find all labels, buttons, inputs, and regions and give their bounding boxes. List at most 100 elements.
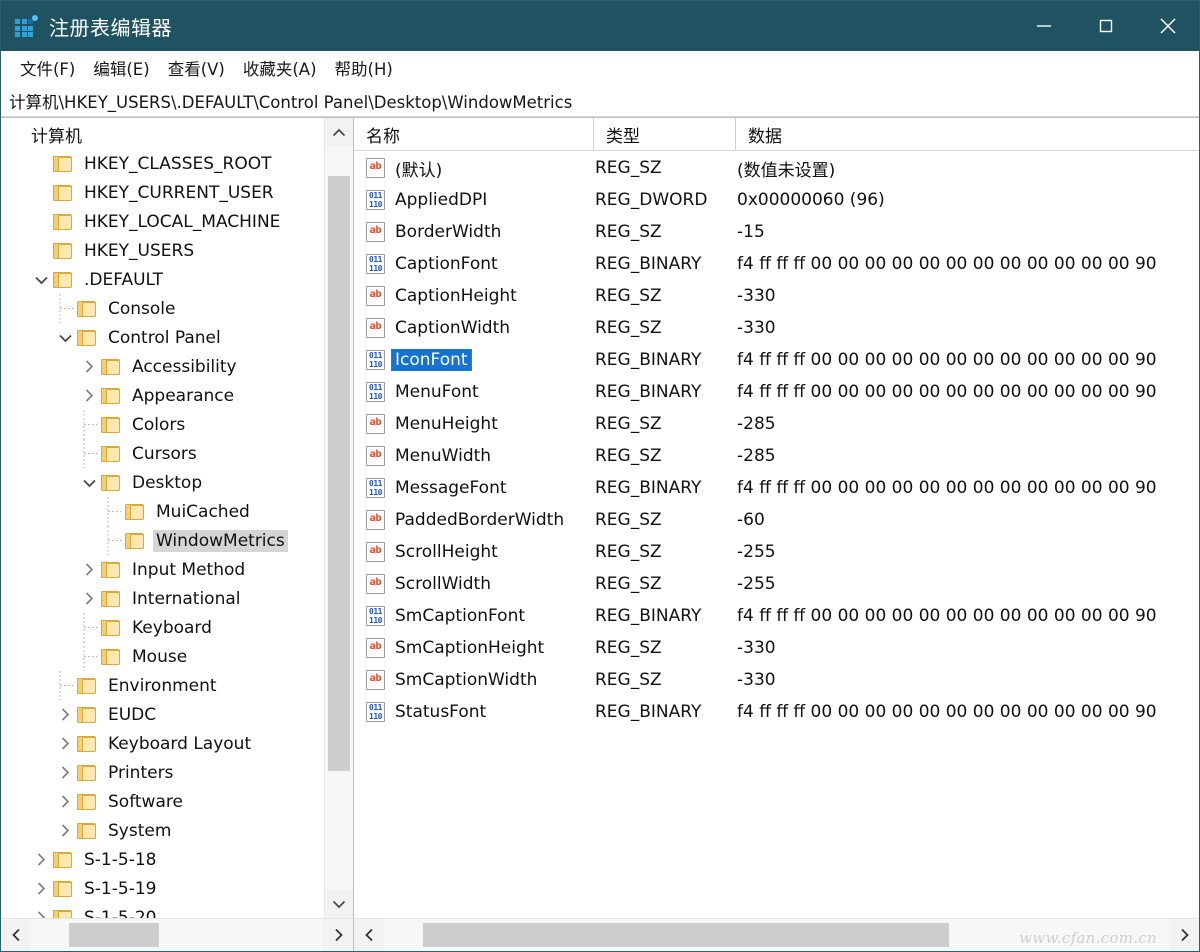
registry-editor-window: 注册表编辑器 文件(F) 编辑(E) 查看(V) — [0, 0, 1200, 952]
tree-item-software[interactable]: Software — [1, 787, 324, 816]
list-scroll-left-icon[interactable] — [354, 919, 384, 951]
value-row[interactable]: abBorderWidthREG_SZ-15 — [354, 216, 1199, 248]
value-row[interactable]: 011110AppliedDPIREG_DWORD0x00000060 (96) — [354, 184, 1199, 216]
tree-item-hkey_users[interactable]: HKEY_USERS — [1, 236, 324, 265]
tree-hscroll-track[interactable] — [31, 919, 323, 951]
menu-help[interactable]: 帮助(H) — [326, 54, 402, 82]
address-bar[interactable]: 计算机\HKEY_USERS\.DEFAULT\Control Panel\De… — [1, 86, 1199, 117]
value-row[interactable]: abSmCaptionHeightREG_SZ-330 — [354, 632, 1199, 664]
chevron-down-icon[interactable] — [77, 468, 101, 497]
tree-item--default[interactable]: .DEFAULT — [1, 265, 324, 294]
chevron-right-icon[interactable] — [53, 729, 77, 758]
tree-item-colors[interactable]: Colors — [1, 410, 324, 439]
value-row[interactable]: 011110MessageFontREG_BINARYf4 ff ff ff 0… — [354, 472, 1199, 504]
chevron-right-icon[interactable] — [29, 845, 53, 874]
tree-item-s-1-5-19[interactable]: S-1-5-19 — [1, 874, 324, 903]
window-title: 注册表编辑器 — [49, 12, 172, 41]
chevron-down-icon[interactable] — [29, 265, 53, 294]
folder-icon — [125, 504, 144, 520]
value-row[interactable]: abCaptionWidthREG_SZ-330 — [354, 312, 1199, 344]
chevron-right-icon[interactable] — [29, 874, 53, 903]
tree-item-muicached[interactable]: MuiCached — [1, 497, 324, 526]
value-list[interactable]: ab(默认)REG_SZ(数值未设置)011110AppliedDPIREG_D… — [354, 151, 1199, 918]
tree-vscroll-track[interactable] — [325, 146, 353, 890]
tree-item-desktop[interactable]: Desktop — [1, 468, 324, 497]
tree-horizontal-scrollbar[interactable] — [1, 918, 353, 951]
tree-item-hkey_local_machine[interactable]: HKEY_LOCAL_MACHINE — [1, 207, 324, 236]
tree-item-mouse[interactable]: Mouse — [1, 642, 324, 671]
value-data: f4 ff ff ff 00 00 00 00 00 00 00 00 00 0… — [736, 382, 1199, 402]
value-row[interactable]: 011110IconFontREG_BINARYf4 ff ff ff 00 0… — [354, 344, 1199, 376]
tree-item-console[interactable]: Console — [1, 294, 324, 323]
menu-edit[interactable]: 编辑(E) — [84, 54, 158, 82]
chevron-right-icon[interactable] — [53, 787, 77, 816]
tree-item-cursors[interactable]: Cursors — [1, 439, 324, 468]
tree-item-appearance[interactable]: Appearance — [1, 381, 324, 410]
list-hscroll-thumb[interactable] — [423, 923, 949, 947]
value-data: -255 — [736, 542, 1199, 562]
list-scroll-right-icon[interactable] — [1169, 919, 1199, 951]
chevron-right-icon[interactable] — [53, 700, 77, 729]
tree-item-hkey_classes_root[interactable]: HKEY_CLASSES_ROOT — [1, 149, 324, 178]
value-row[interactable]: abScrollHeightREG_SZ-255 — [354, 536, 1199, 568]
value-row[interactable]: 011110StatusFontREG_BINARYf4 ff ff ff 00… — [354, 696, 1199, 728]
registry-tree[interactable]: 计算机HKEY_CLASSES_ROOTHKEY_CURRENT_USERHKE… — [1, 118, 324, 918]
column-header-data[interactable]: 数据 — [736, 118, 1199, 150]
tree-item-accessibility[interactable]: Accessibility — [1, 352, 324, 381]
tree-item-keyboard-layout[interactable]: Keyboard Layout — [1, 729, 324, 758]
minimize-button[interactable] — [1013, 1, 1075, 51]
list-hscroll-track[interactable]: www.cfan.com.cn — [384, 919, 1169, 951]
column-header-name[interactable]: 名称 — [354, 118, 594, 150]
chevron-right-icon[interactable] — [53, 758, 77, 787]
value-type: REG_DWORD — [594, 190, 736, 210]
value-row[interactable]: abScrollWidthREG_SZ-255 — [354, 568, 1199, 600]
tree-item-control-panel[interactable]: Control Panel — [1, 323, 324, 352]
tree-item-计算机[interactable]: 计算机 — [1, 120, 324, 149]
chevron-right-icon[interactable] — [29, 903, 53, 918]
menu-favorites[interactable]: 收藏夹(A) — [234, 54, 326, 82]
tree-scroll-down-icon[interactable] — [325, 890, 353, 918]
value-row[interactable]: ab(默认)REG_SZ(数值未设置) — [354, 152, 1199, 184]
tree-item-environment[interactable]: Environment — [1, 671, 324, 700]
value-name: CaptionFont — [392, 253, 501, 275]
chevron-down-icon[interactable] — [53, 323, 77, 352]
tree-item-system[interactable]: System — [1, 816, 324, 845]
tree-item-international[interactable]: International — [1, 584, 324, 613]
tree-scroll-left-icon[interactable] — [1, 919, 31, 951]
tree-item-keyboard[interactable]: Keyboard — [1, 613, 324, 642]
tree-item-eudc[interactable]: EUDC — [1, 700, 324, 729]
tree-vertical-scrollbar[interactable] — [324, 118, 353, 918]
tree-item-s-1-5-20[interactable]: S-1-5-20 — [1, 903, 324, 918]
value-row[interactable]: 011110MenuFontREG_BINARYf4 ff ff ff 00 0… — [354, 376, 1199, 408]
value-row[interactable]: abSmCaptionWidthREG_SZ-330 — [354, 664, 1199, 696]
chevron-right-icon[interactable] — [53, 816, 77, 845]
close-button[interactable] — [1137, 1, 1199, 51]
tree-item-printers[interactable]: Printers — [1, 758, 324, 787]
tree-vscroll-thumb[interactable] — [328, 176, 350, 771]
value-type: REG_SZ — [594, 574, 736, 594]
tree-hscroll-thumb[interactable] — [69, 923, 160, 947]
tree-item-input-method[interactable]: Input Method — [1, 555, 324, 584]
maximize-button[interactable] — [1075, 1, 1137, 51]
chevron-right-icon[interactable] — [77, 381, 101, 410]
value-row[interactable]: 011110CaptionFontREG_BINARYf4 ff ff ff 0… — [354, 248, 1199, 280]
tree-item-hkey_current_user[interactable]: HKEY_CURRENT_USER — [1, 178, 324, 207]
chevron-right-icon[interactable] — [77, 555, 101, 584]
tree-item-s-1-5-18[interactable]: S-1-5-18 — [1, 845, 324, 874]
chevron-right-icon[interactable] — [77, 584, 101, 613]
value-row[interactable]: abMenuWidthREG_SZ-285 — [354, 440, 1199, 472]
value-row[interactable]: abPaddedBorderWidthREG_SZ-60 — [354, 504, 1199, 536]
value-row[interactable]: 011110SmCaptionFontREG_BINARYf4 ff ff ff… — [354, 600, 1199, 632]
list-horizontal-scrollbar[interactable]: www.cfan.com.cn — [354, 918, 1199, 951]
menu-file[interactable]: 文件(F) — [11, 54, 84, 82]
value-row[interactable]: abMenuHeightREG_SZ-285 — [354, 408, 1199, 440]
tree-scroll-up-icon[interactable] — [325, 118, 353, 146]
menu-view[interactable]: 查看(V) — [159, 54, 234, 82]
value-row[interactable]: abCaptionHeightREG_SZ-330 — [354, 280, 1199, 312]
column-header-type[interactable]: 类型 — [594, 118, 736, 150]
tree-item-label: S-1-5-18 — [81, 849, 159, 871]
chevron-right-icon[interactable] — [77, 352, 101, 381]
tree-item-windowmetrics[interactable]: WindowMetrics — [1, 526, 324, 555]
tree-scroll-right-icon[interactable] — [323, 919, 353, 951]
tree-item-label: S-1-5-20 — [81, 907, 159, 919]
